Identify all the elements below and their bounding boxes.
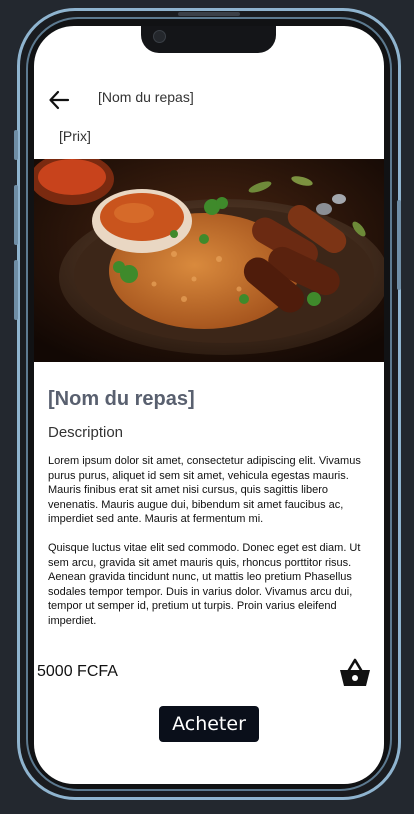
price-placeholder: [Prix] <box>59 128 91 144</box>
side-button-mute <box>14 130 18 160</box>
shopping-basket-icon <box>340 658 370 686</box>
speaker-grille <box>178 12 240 16</box>
phone-notch <box>141 26 276 53</box>
meal-image <box>34 159 384 362</box>
meal-description: Lorem ipsum dolor sit amet, consectetur … <box>48 454 372 643</box>
page-title: [Nom du repas] <box>98 89 194 105</box>
top-app-bar: [Nom du repas] <box>34 82 384 118</box>
add-to-cart-button[interactable] <box>339 658 371 688</box>
description-paragraph: Quisque luctus vitae elit sed commodo. D… <box>48 542 361 627</box>
meal-price: 5000 FCFA <box>37 663 118 680</box>
description-paragraph: Lorem ipsum dolor sit amet, consectetur … <box>48 455 361 525</box>
app-screen: [Nom du repas] [Prix] [Nom du repas] Des… <box>34 26 384 784</box>
meal-title: [Nom du repas] <box>48 388 195 410</box>
side-button-volume-up <box>14 185 18 245</box>
back-button[interactable] <box>48 90 70 110</box>
camera-icon <box>153 30 166 43</box>
side-button-volume-down <box>14 260 18 320</box>
description-label: Description <box>48 424 124 441</box>
arrow-left-icon <box>49 90 70 110</box>
jollof-rice-plate-image <box>34 159 384 362</box>
side-button-power <box>397 200 401 290</box>
buy-button[interactable]: Acheter <box>159 706 259 742</box>
